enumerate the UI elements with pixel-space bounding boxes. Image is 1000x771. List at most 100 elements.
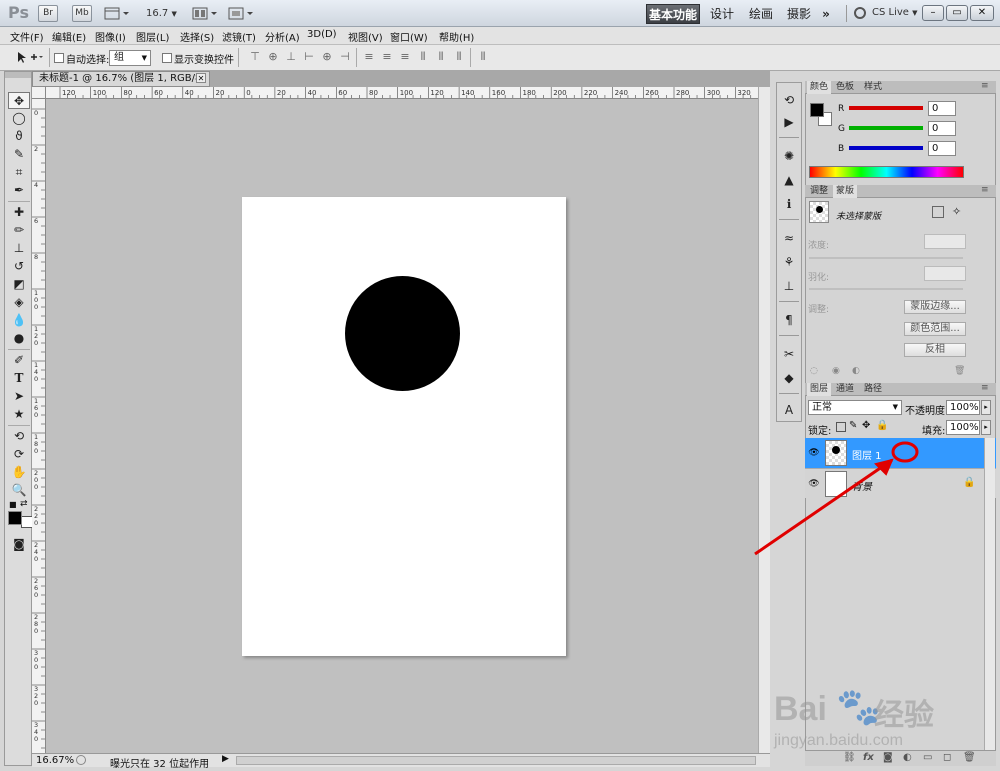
horizontal-ruler[interactable]: 120 100 80 60 40 20 0 20 40 60 80 100 120 140 160 180 20…	[46, 87, 758, 99]
arrange-documents-icon[interactable]	[192, 6, 218, 21]
hand-tool-icon[interactable]: ✋	[8, 464, 30, 481]
animation-panel-icon[interactable]: ◆	[780, 369, 798, 387]
align-hcenter-icon[interactable]: ⊕	[320, 50, 334, 64]
density-slider[interactable]	[809, 257, 963, 259]
vertical-ruler[interactable]: 0246810012014016018020022024026028030032…	[32, 99, 46, 753]
cs-live-button[interactable]: CS Live ▼	[872, 7, 918, 18]
align-left-icon[interactable]: ⊢	[302, 50, 316, 64]
workspace-photography-button[interactable]: 摄影	[784, 4, 814, 24]
paragraph-panel-icon[interactable]: ¶	[780, 311, 798, 329]
tab-paths[interactable]: 路径	[861, 383, 885, 396]
more-workspaces-button[interactable]: »	[818, 4, 834, 24]
align-right-icon[interactable]: ⊣	[338, 50, 352, 64]
tab-adjustments[interactable]: 调整	[807, 185, 831, 198]
density-field[interactable]	[924, 234, 966, 249]
align-vcenter-icon[interactable]: ⊕	[266, 50, 280, 64]
swap-colors-icon[interactable]: ⇄	[20, 499, 28, 509]
3d-rotate-tool-icon[interactable]: ⟲	[8, 428, 30, 445]
align-top-icon[interactable]: ⊤	[248, 50, 262, 64]
close-button[interactable]: ✕	[970, 5, 994, 21]
workspace-essentials-button[interactable]: 基本功能	[646, 4, 700, 24]
menu-window[interactable]: 窗口(W)	[390, 29, 428, 44]
status-menu-arrow[interactable]: ▶	[222, 754, 229, 764]
character-panel-icon[interactable]: A	[780, 401, 798, 419]
tab-masks[interactable]: 蒙版	[833, 185, 858, 198]
histogram-panel-icon[interactable]: ▲	[780, 171, 798, 189]
document-tab[interactable]: 未标题-1 @ 16.7% (图层 1, RGB/8) * ✕	[32, 71, 210, 98]
load-selection-icon[interactable]: ◌	[810, 366, 818, 376]
align-bottom-icon[interactable]: ⊥	[284, 50, 298, 64]
menu-analysis[interactable]: 分析(A)	[265, 29, 300, 44]
lasso-tool-icon[interactable]: ϑ	[8, 128, 30, 145]
menu-filter[interactable]: 滤镜(T)	[222, 29, 256, 44]
foreground-color-swatch[interactable]	[8, 511, 22, 525]
menu-edit[interactable]: 编辑(E)	[52, 29, 86, 44]
brush-presets-panel-icon[interactable]: ≈	[780, 229, 798, 247]
shape-tool-icon[interactable]: ★	[8, 406, 30, 423]
channel-g-slider[interactable]	[849, 126, 923, 130]
ruler-origin[interactable]	[32, 87, 46, 99]
status-zoom[interactable]: 16.67%	[36, 755, 74, 766]
path-selection-tool-icon[interactable]: ➤	[8, 388, 30, 405]
pixel-mask-icon[interactable]	[932, 206, 944, 218]
fill-value[interactable]: 100%	[946, 420, 980, 435]
opacity-slider-button[interactable]: ▸	[981, 400, 991, 415]
dodge-tool-icon[interactable]: ●	[8, 330, 30, 347]
clone-source-panel-icon[interactable]: ⚘	[780, 253, 798, 271]
3d-orbit-tool-icon[interactable]: ⟳	[8, 446, 30, 463]
opacity-value[interactable]: 100%	[946, 400, 980, 415]
auto-select-dropdown[interactable]: 组 ▼	[109, 50, 151, 66]
move-tool-icon[interactable]: ✥	[8, 92, 30, 109]
panel-menu-icon[interactable]: ≡	[981, 383, 989, 393]
3d-panel-icon[interactable]: ✂	[780, 345, 798, 363]
new-group-icon[interactable]: ▭	[923, 752, 932, 763]
distribute-left-icon[interactable]: ⦀	[416, 50, 430, 64]
tab-channels[interactable]: 通道	[833, 383, 857, 396]
menu-view[interactable]: 视图(V)	[348, 29, 383, 44]
feather-field[interactable]	[924, 266, 966, 281]
show-transform-checkbox[interactable]	[162, 53, 172, 63]
menu-3d[interactable]: 3D(D)	[307, 29, 337, 40]
workspace-design-button[interactable]: 设计	[706, 4, 738, 24]
menu-select[interactable]: 选择(S)	[180, 29, 214, 44]
workspace-painting-button[interactable]: 绘画	[746, 4, 776, 24]
close-document-icon[interactable]: ✕	[196, 73, 206, 83]
tab-styles[interactable]: 样式	[861, 81, 885, 94]
distribute-vcenter-icon[interactable]: ≡	[380, 50, 394, 64]
maximize-button[interactable]: ▭	[946, 5, 968, 21]
add-mask-icon[interactable]: ◙	[883, 752, 893, 763]
channel-b-slider[interactable]	[849, 146, 923, 150]
mini-bridge-button[interactable]: Mb	[72, 5, 92, 22]
bridge-button[interactable]: Br	[38, 5, 58, 22]
fill-slider-button[interactable]: ▸	[981, 420, 991, 435]
minimize-button[interactable]: –	[922, 5, 944, 21]
marquee-tool-icon[interactable]: ◯	[8, 110, 30, 127]
adjustment-layer-icon[interactable]: ◐	[903, 752, 912, 763]
actions-panel-icon[interactable]: ▶	[780, 113, 798, 131]
eyedropper-tool-icon[interactable]: ✒	[8, 182, 30, 199]
tool-presets-panel-icon[interactable]: ⊥	[780, 277, 798, 295]
distribute-top-icon[interactable]: ≡	[362, 50, 376, 64]
menu-layer[interactable]: 图层(L)	[136, 29, 169, 44]
black-circle-shape[interactable]	[345, 276, 460, 391]
status-info-icon[interactable]	[76, 755, 86, 765]
tools-panel-header[interactable]	[5, 72, 31, 78]
menu-file[interactable]: 文件(F)	[10, 29, 44, 44]
auto-select-checkbox[interactable]	[54, 53, 64, 63]
link-layers-icon[interactable]: ⛓	[843, 752, 856, 763]
type-tool-icon[interactable]: T	[8, 370, 30, 387]
distribute-bottom-icon[interactable]: ≡	[398, 50, 412, 64]
quick-select-tool-icon[interactable]: ✎	[8, 146, 30, 163]
pen-tool-icon[interactable]: ✐	[8, 352, 30, 369]
crop-tool-icon[interactable]: ⌗	[8, 164, 30, 181]
quick-mask-icon[interactable]: ◙	[8, 536, 30, 553]
channel-r-slider[interactable]	[849, 106, 923, 110]
menu-help[interactable]: 帮助(H)	[439, 29, 474, 44]
channel-b-value[interactable]: 0	[928, 141, 956, 156]
channel-g-value[interactable]: 0	[928, 121, 956, 136]
tab-layers[interactable]: 图层	[807, 383, 832, 396]
vertical-scrollbar[interactable]	[758, 87, 770, 753]
layer-style-icon[interactable]: fx	[863, 752, 874, 763]
paint-bucket-tool-icon[interactable]: ◈	[8, 294, 30, 311]
tab-color[interactable]: 颜色	[807, 81, 832, 94]
